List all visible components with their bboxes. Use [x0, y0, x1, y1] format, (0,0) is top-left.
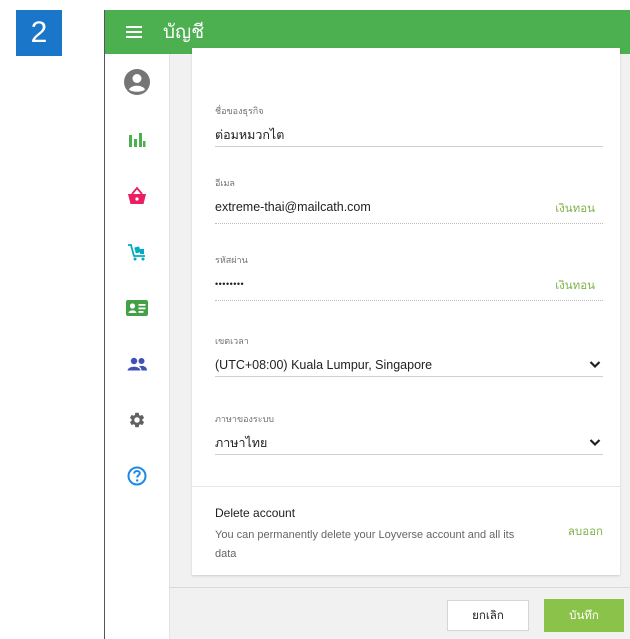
business-name-label: ชื่อของธุรกิจ [215, 106, 264, 116]
language-label: ภาษาของระบบ [215, 414, 275, 424]
sidebar-item-account[interactable] [105, 64, 169, 100]
email-field: อีเมล extreme-thai@mailcath.com เงินทอน [215, 177, 603, 215]
hamburger-menu-icon[interactable] [105, 25, 163, 39]
sidebar-item-items[interactable] [105, 178, 169, 214]
email-underline [215, 223, 603, 224]
sidebar-item-settings[interactable] [105, 402, 169, 438]
timezone-value[interactable]: (UTC+08:00) Kuala Lumpur, Singapore [215, 357, 603, 373]
chevron-down-icon[interactable] [589, 360, 601, 369]
email-text: extreme-thai@mailcath.com [215, 200, 371, 214]
sidebar-item-customers[interactable] [105, 290, 169, 326]
app-window: บัญชี ชื่อของธุรกิจ ต่อมหมวกไต อีเมล ext… [104, 10, 630, 639]
email-value: extreme-thai@mailcath.com เงินทอน [215, 199, 603, 215]
language-value[interactable]: ภาษาไทย [215, 435, 603, 451]
business-name-value[interactable]: ต่อมหมวกไต [215, 127, 603, 143]
language-underline [215, 454, 603, 455]
password-label: รหัสผ่าน [215, 255, 248, 265]
bar-chart-icon [129, 133, 146, 147]
cancel-button[interactable]: ยกเลิก [447, 600, 529, 631]
id-card-icon [126, 300, 148, 316]
delete-account-description: You can permanently delete your Loyverse… [215, 529, 515, 560]
cart-boxes-icon [128, 244, 145, 261]
change-password-link[interactable]: เงินทอน [555, 277, 595, 293]
delete-account-link[interactable]: ลบออก [568, 523, 603, 541]
save-button[interactable]: บันทึก [544, 599, 624, 632]
sidebar-item-employees[interactable] [105, 346, 169, 382]
sidebar-item-help[interactable] [105, 458, 169, 494]
password-underline [215, 300, 603, 301]
change-email-link[interactable]: เงินทอน [555, 200, 595, 216]
language-text: ภาษาไทย [215, 436, 268, 450]
chevron-down-icon[interactable] [589, 438, 601, 447]
section-divider [192, 486, 620, 487]
user-circle-icon [124, 69, 150, 95]
password-field: รหัสผ่าน •••••••• เงินทอน [215, 254, 603, 292]
gear-icon [129, 412, 145, 428]
page-title: บัญชี [163, 21, 205, 43]
footer-divider [169, 587, 630, 588]
business-name-field[interactable]: ชื่อของธุรกิจ ต่อมหมวกไต [215, 105, 603, 143]
timezone-text: (UTC+08:00) Kuala Lumpur, Singapore [215, 358, 433, 372]
sidebar [105, 54, 170, 639]
people-icon [127, 357, 147, 371]
sidebar-item-inventory[interactable] [105, 234, 169, 270]
timezone-underline [215, 376, 603, 377]
sidebar-item-reports[interactable] [105, 122, 169, 158]
step-badge: 2 [16, 10, 62, 56]
help-circle-icon [127, 466, 147, 486]
password-value: •••••••• เงินทอน [215, 276, 603, 292]
basket-icon [128, 187, 146, 204]
email-label: อีเมล [215, 178, 235, 188]
account-settings-card: ชื่อของธุรกิจ ต่อมหมวกไต อีเมล extreme-t… [192, 48, 620, 575]
timezone-select[interactable]: เขตเวลา (UTC+08:00) Kuala Lumpur, Singap… [215, 335, 603, 373]
delete-account-title: Delete account [215, 506, 296, 520]
timezone-label: เขตเวลา [215, 336, 249, 346]
business-name-underline [215, 146, 603, 147]
language-select[interactable]: ภาษาของระบบ ภาษาไทย [215, 413, 603, 451]
password-mask: •••••••• [215, 279, 245, 289]
